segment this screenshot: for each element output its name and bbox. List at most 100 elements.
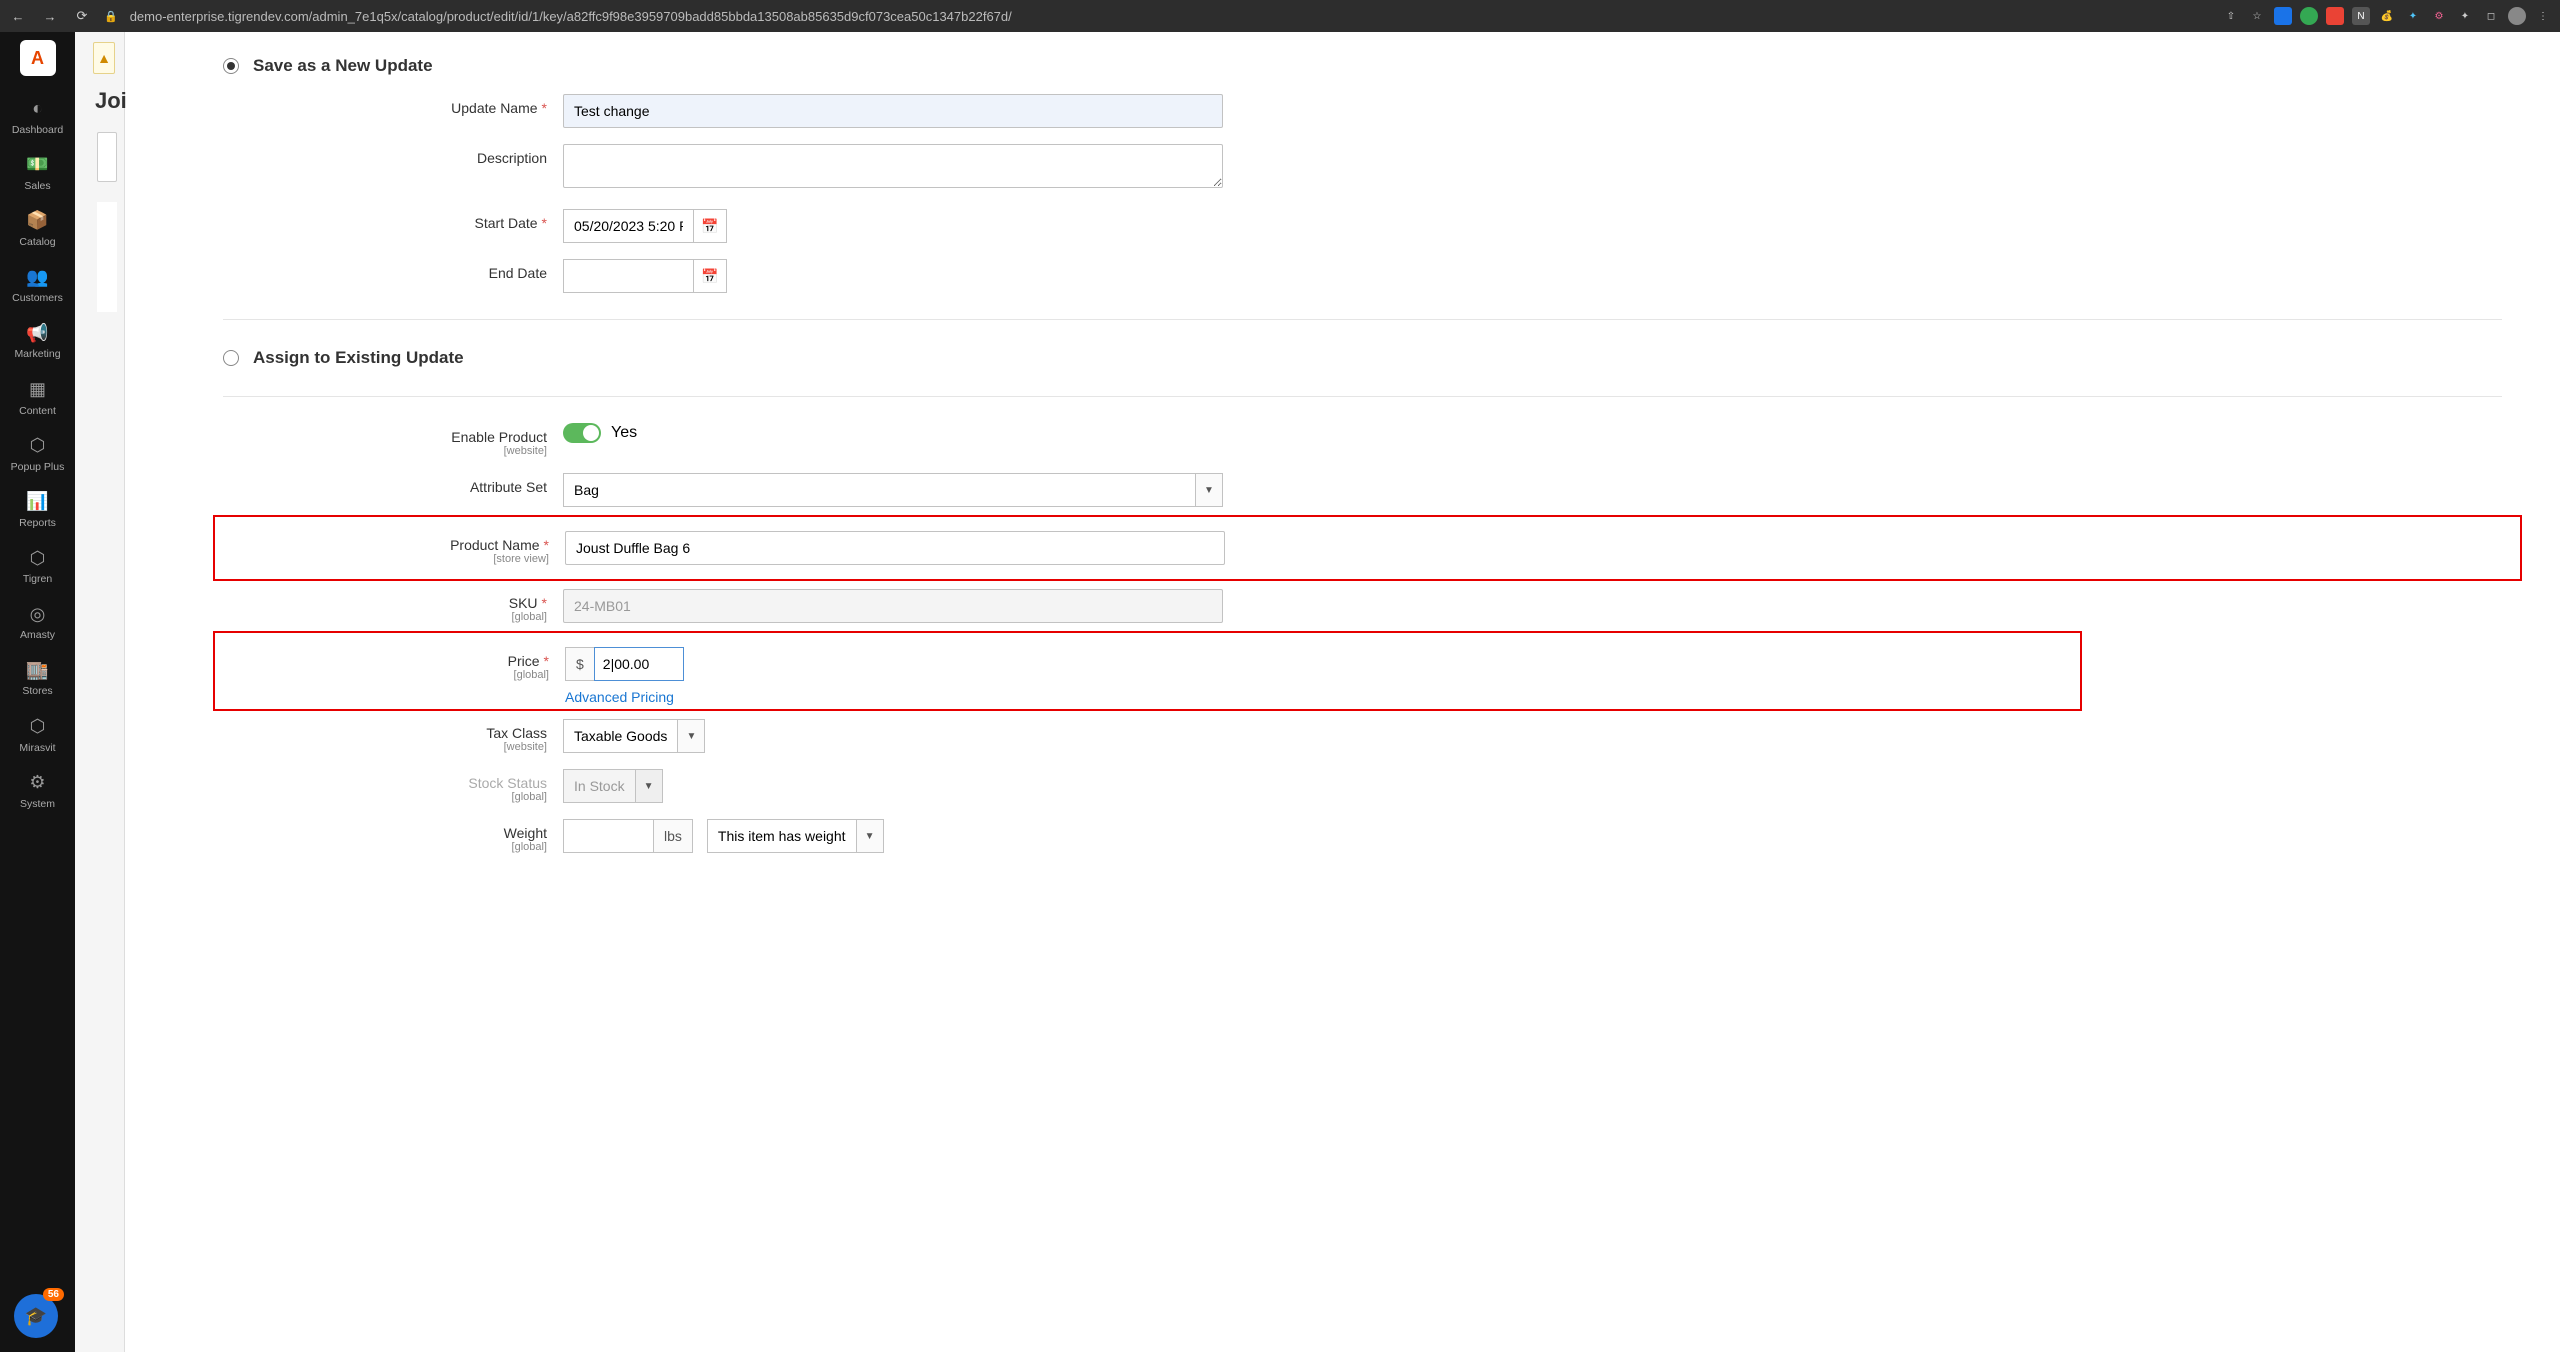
sidebar-item-tigren[interactable]: ⬡Tigren	[0, 540, 75, 596]
calendar-icon: 📅	[701, 268, 718, 285]
share-icon[interactable]: ⇧	[2222, 7, 2240, 25]
ext-window-icon[interactable]: ◻	[2482, 7, 2500, 25]
sidebar-item-dashboard[interactable]: ◐Dashboard	[0, 90, 75, 146]
mirasvit-icon: ⬡	[30, 716, 46, 738]
description-label: Description	[477, 150, 547, 166]
update-name-input[interactable]	[563, 94, 1223, 128]
browser-url[interactable]: demo-enterprise.tigrendev.com/admin_7e1q…	[130, 9, 2210, 24]
product-name-row: Product Name*[store view]	[225, 523, 2510, 573]
radio-save-as-new[interactable]	[223, 58, 239, 74]
page-title-fragment: Joi	[95, 88, 127, 114]
warning-banner-icon: ▲	[93, 42, 115, 74]
enable-product-row: Enable Product[website] Yes	[223, 415, 2502, 465]
browser-menu-icon[interactable]: ⋮	[2534, 7, 2552, 25]
tax-class-label: Tax Class	[486, 725, 547, 741]
avatar-icon[interactable]	[2508, 7, 2526, 25]
ext-yellow-icon[interactable]: 💰	[2378, 7, 2396, 25]
weight-type-caret[interactable]: ▼	[856, 819, 884, 853]
sidebar-item-amasty[interactable]: ◎Amasty	[0, 596, 75, 652]
popup-icon: ⬡	[30, 435, 46, 457]
sidebar-item-mirasvit[interactable]: ⬡Mirasvit	[0, 708, 75, 764]
sidebar-item-reports[interactable]: 📊Reports	[0, 483, 75, 539]
sidebar-item-marketing[interactable]: 📢Marketing	[0, 315, 75, 371]
ext-new-icon[interactable]: N	[2352, 7, 2370, 25]
weight-row: Weight[global] lbs This item has weight …	[223, 811, 2502, 861]
main-content: ▲ Joi Save as a New Update Update Name* …	[75, 32, 2560, 1352]
product-name-label: Product Name	[450, 537, 539, 553]
assign-existing-update-option[interactable]: Assign to Existing Update	[223, 338, 2502, 378]
browser-forward-button[interactable]: →	[40, 6, 60, 26]
underlying-field-fragment	[97, 132, 117, 182]
sidebar-item-stores[interactable]: 🏬Stores	[0, 652, 75, 708]
scope-global: [global]	[223, 611, 547, 623]
update-name-label: Update Name	[451, 100, 537, 116]
stock-status-label: Stock Status	[468, 775, 547, 791]
sku-row: SKU*[global]	[223, 581, 2502, 631]
attribute-set-select[interactable]: Bag	[563, 473, 1195, 507]
ext-red-icon[interactable]	[2326, 7, 2344, 25]
save-as-new-label: Save as a New Update	[253, 56, 433, 76]
ext-green-icon[interactable]	[2300, 7, 2318, 25]
sidebar-item-customers[interactable]: 👥Customers	[0, 259, 75, 315]
end-date-label: End Date	[489, 265, 547, 281]
logo[interactable]: A	[20, 40, 56, 76]
attribute-set-caret[interactable]: ▼	[1195, 473, 1223, 507]
browser-reload-button[interactable]: ⟳	[72, 6, 92, 26]
ext-gear-icon[interactable]: ⚙	[2430, 7, 2448, 25]
sidebar-item-catalog[interactable]: 📦Catalog	[0, 202, 75, 258]
section-divider	[223, 319, 2502, 320]
lock-icon: 🔒	[104, 10, 118, 23]
sidebar-item-sales[interactable]: 💵Sales	[0, 146, 75, 202]
scope-global: [global]	[223, 791, 547, 803]
ext-teal-icon[interactable]: ✦	[2404, 7, 2422, 25]
underlying-panel-fragment	[97, 202, 117, 312]
enable-product-toggle[interactable]	[563, 423, 601, 443]
catalog-icon: 📦	[26, 210, 48, 232]
price-input[interactable]	[594, 647, 684, 681]
start-date-input[interactable]	[563, 209, 693, 243]
ext-blue-icon[interactable]	[2274, 7, 2292, 25]
advanced-pricing-link[interactable]: Advanced Pricing	[565, 689, 1225, 705]
price-highlight: Price*[global] $ Advanced Pricing	[213, 631, 2082, 711]
start-date-picker-button[interactable]: 📅	[693, 209, 727, 243]
stock-status-row: Stock Status[global] In Stock ▼	[223, 761, 2502, 811]
product-name-input[interactable]	[565, 531, 1225, 565]
scope-store-view: [store view]	[225, 553, 549, 565]
end-date-picker-button[interactable]: 📅	[693, 259, 727, 293]
star-icon[interactable]: ☆	[2248, 7, 2266, 25]
chevron-down-icon: ▼	[644, 781, 654, 792]
ext-puzzle-icon[interactable]: ✦	[2456, 7, 2474, 25]
chevron-down-icon: ▼	[686, 731, 696, 742]
stock-status-select: In Stock	[563, 769, 635, 803]
scope-website: [website]	[223, 741, 547, 753]
tigren-icon: ⬡	[30, 548, 46, 570]
start-date-row: Start Date* 📅	[223, 201, 2502, 251]
attribute-set-row: Attribute Set Bag ▼	[223, 465, 2502, 515]
sales-icon: 💵	[26, 154, 48, 176]
amasty-icon: ◎	[30, 604, 46, 626]
description-row: Description	[223, 136, 2502, 201]
weight-input[interactable]	[563, 819, 653, 853]
save-as-new-update-option[interactable]: Save as a New Update	[223, 46, 2502, 86]
description-input[interactable]	[563, 144, 1223, 188]
stores-icon: 🏬	[26, 660, 48, 682]
browser-back-button[interactable]: ←	[8, 6, 28, 26]
scope-global: [global]	[225, 669, 549, 681]
admin-sidebar: A ◐Dashboard 💵Sales 📦Catalog 👥Customers …	[0, 32, 75, 1352]
radio-assign-existing[interactable]	[223, 350, 239, 366]
sidebar-item-system[interactable]: ⚙System	[0, 764, 75, 820]
weight-type-select[interactable]: This item has weight	[707, 819, 856, 853]
assign-existing-label: Assign to Existing Update	[253, 348, 464, 368]
weight-unit: lbs	[653, 819, 693, 853]
scope-website: [website]	[223, 445, 547, 457]
section-divider	[223, 396, 2502, 397]
end-date-input[interactable]	[563, 259, 693, 293]
chevron-down-icon: ▼	[865, 831, 875, 842]
price-row: Price*[global] $ Advanced Pricing	[225, 639, 2070, 705]
tax-class-caret[interactable]: ▼	[677, 719, 705, 753]
tax-class-select[interactable]: Taxable Goods	[563, 719, 677, 753]
sidebar-item-popup-plus[interactable]: ⬡Popup Plus	[0, 427, 75, 483]
sidebar-item-content[interactable]: ▦Content	[0, 371, 75, 427]
price-currency: $	[565, 647, 594, 681]
help-badge[interactable]: 🎓 56	[14, 1294, 58, 1338]
